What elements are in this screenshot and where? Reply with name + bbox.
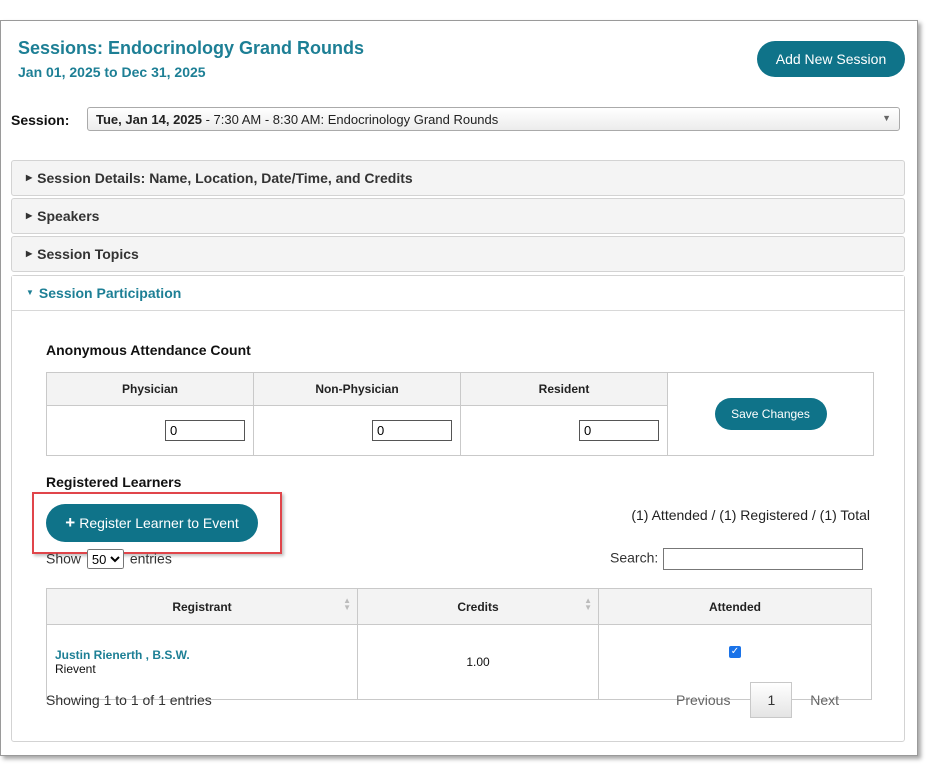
column-header-attended: Attended bbox=[598, 588, 872, 625]
registrant-cell: Justin Rienerth , B.S.W. Rievent bbox=[46, 624, 358, 700]
show-entries: Show 50 entries bbox=[46, 549, 172, 569]
session-panel: Sessions: Endocrinology Grand Rounds Jan… bbox=[0, 20, 918, 756]
resident-cell bbox=[460, 405, 668, 456]
accordion-header-participation[interactable]: ▼ Session Participation bbox=[12, 276, 904, 311]
plus-icon: + bbox=[65, 513, 76, 532]
column-header-resident: Resident bbox=[460, 372, 668, 406]
accordion-label: Session Details: Name, Location, Date/Ti… bbox=[37, 170, 413, 186]
session-selected-rest: - 7:30 AM - 8:30 AM: Endocrinology Grand… bbox=[202, 112, 499, 127]
column-header-credits[interactable]: Credits ▲ ▼ bbox=[357, 588, 599, 625]
caret-right-icon: ▶ bbox=[26, 249, 33, 259]
search-input[interactable] bbox=[663, 548, 864, 570]
session-label: Session: bbox=[11, 112, 70, 128]
sort-icon: ▲ ▼ bbox=[343, 596, 351, 612]
caret-down-icon: ▼ bbox=[26, 288, 34, 298]
attendance-table: Physician Non-Physician Resident Save Ch… bbox=[46, 372, 874, 456]
caret-right-icon: ▶ bbox=[26, 211, 33, 221]
column-header-label: Credits bbox=[457, 599, 499, 614]
column-header-registrant[interactable]: Registrant ▲ ▼ bbox=[46, 588, 358, 625]
accordion-session-topics[interactable]: ▶ Session Topics bbox=[11, 236, 905, 272]
date-range: Jan 01, 2025 to Dec 31, 2025 bbox=[18, 64, 206, 80]
accordion-session-participation: ▼ Session Participation Anonymous Attenda… bbox=[11, 275, 905, 742]
accordion-label: Session Participation bbox=[38, 285, 182, 301]
show-label: Show bbox=[46, 550, 82, 567]
session-selected-date: Tue, Jan 14, 2025 bbox=[96, 112, 202, 127]
registrant-org: Rievent bbox=[55, 662, 96, 676]
page-title: Sessions: Endocrinology Grand Rounds bbox=[18, 38, 365, 58]
credits-cell: 1.00 bbox=[357, 624, 599, 700]
column-header-non-physician: Non-Physician bbox=[253, 372, 461, 406]
search-label: Search: bbox=[610, 549, 659, 566]
sort-icon: ▲ ▼ bbox=[584, 596, 592, 612]
physician-cell bbox=[46, 405, 254, 456]
previous-button[interactable]: Previous bbox=[676, 692, 730, 708]
resident-count-input[interactable] bbox=[579, 420, 659, 441]
session-dropdown[interactable]: Tue, Jan 14, 2025 - 7:30 AM - 8:30 AM: E… bbox=[87, 107, 900, 131]
accordion-speakers[interactable]: ▶ Speakers bbox=[11, 198, 905, 234]
search-group: Search: bbox=[610, 548, 864, 570]
registrant-name-link[interactable]: Justin Rienerth , B.S.W. bbox=[55, 648, 356, 662]
accordion-session-details[interactable]: ▶ Session Details: Name, Location, Date/T… bbox=[11, 160, 905, 196]
showing-info: Showing 1 to 1 of 1 entries bbox=[46, 692, 212, 708]
add-new-session-button[interactable]: Add New Session bbox=[757, 41, 905, 77]
attendance-totals: (1) Attended / (1) Registered / (1) Tota… bbox=[631, 507, 870, 523]
non-physician-count-input[interactable] bbox=[372, 420, 452, 441]
caret-down-icon: ▼ bbox=[882, 113, 891, 123]
page-1-button[interactable]: 1 bbox=[750, 682, 793, 718]
save-changes-button[interactable]: Save Changes bbox=[714, 398, 827, 430]
pagination: Previous 1 Next bbox=[676, 682, 839, 718]
entries-select[interactable]: 50 bbox=[86, 549, 124, 569]
caret-right-icon: ▶ bbox=[26, 173, 33, 183]
non-physician-cell bbox=[253, 405, 461, 456]
next-button[interactable]: Next bbox=[810, 692, 839, 708]
accordion-label: Session Topics bbox=[37, 246, 139, 262]
register-learner-button[interactable]: + Register Learner to Event bbox=[46, 504, 258, 542]
column-header-physician: Physician bbox=[46, 372, 254, 406]
accordion-label: Speakers bbox=[37, 208, 100, 224]
column-header-label: Registrant bbox=[172, 599, 232, 614]
attendance-title: Anonymous Attendance Count bbox=[46, 342, 251, 358]
register-learner-label: Register Learner to Event bbox=[79, 515, 239, 531]
attended-checkbox[interactable]: ✓ bbox=[729, 646, 741, 658]
entries-label: entries bbox=[129, 550, 172, 567]
save-cell: Save Changes bbox=[667, 372, 874, 456]
physician-count-input[interactable] bbox=[165, 420, 245, 441]
registered-learners-title: Registered Learners bbox=[46, 474, 182, 490]
